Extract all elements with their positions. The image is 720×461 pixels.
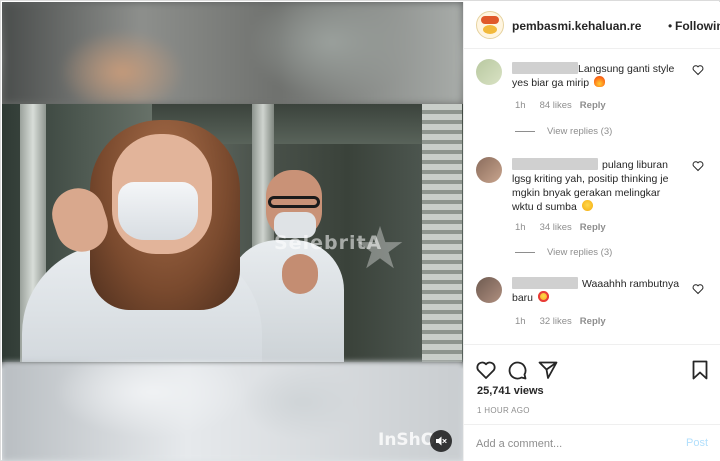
video-blur-top xyxy=(2,2,463,104)
comment-meta: 1h 32 likes Reply xyxy=(515,316,606,327)
comment-likes[interactable]: 84 likes xyxy=(540,100,572,111)
comment-text: Langsung ganti style yes biar ga mirip xyxy=(512,62,684,90)
comment-like-heart-icon[interactable] xyxy=(692,64,704,76)
woman-mask xyxy=(118,182,198,240)
app-watermark: InShO xyxy=(378,430,436,450)
post-actions: 25,741 views 1 HOUR AGO Post xyxy=(464,344,720,461)
avatar-logo-shape xyxy=(483,25,497,34)
commenter-avatar[interactable] xyxy=(476,277,502,303)
replies-divider-line xyxy=(515,131,535,132)
post-comment-button[interactable]: Post xyxy=(686,437,708,449)
comment-likes[interactable]: 32 likes xyxy=(540,316,572,327)
comment-like-heart-icon[interactable] xyxy=(692,160,704,172)
video-frame[interactable]: ★ SelebritA xyxy=(2,104,463,362)
view-count[interactable]: 25,741 views xyxy=(477,385,544,397)
like-heart-icon[interactable] xyxy=(475,359,497,381)
header-separator: • xyxy=(668,19,673,33)
view-replies-label: View replies (3) xyxy=(547,247,613,258)
add-comment-row: Post xyxy=(464,424,720,461)
video-watermark: SelebritA xyxy=(274,232,383,254)
following-button[interactable]: Following xyxy=(675,19,720,33)
post-header: pembasmi.kehaluan.re • Following xyxy=(464,2,720,49)
comment-bubble-icon[interactable] xyxy=(506,359,528,381)
speaker-muted-icon xyxy=(436,436,447,446)
comment-like-heart-icon[interactable] xyxy=(692,283,704,295)
comment-likes[interactable]: 34 likes xyxy=(540,222,572,233)
account-username[interactable]: pembasmi.kehaluan.re xyxy=(512,19,641,33)
comment-text: pulang liburan lgsg kriting yah, positip… xyxy=(512,158,684,214)
comment-meta: 1h 84 likes Reply xyxy=(515,100,606,111)
mute-button[interactable] xyxy=(430,430,452,452)
comment-text: Waaahhh rambutnya baru xyxy=(512,277,684,305)
comment-time: 1h xyxy=(515,222,526,233)
commenter-avatar[interactable] xyxy=(476,157,502,183)
blowing-kiss-emoji-icon xyxy=(581,200,593,211)
post-timestamp: 1 HOUR AGO xyxy=(477,406,530,415)
view-replies-label: View replies (3) xyxy=(547,126,613,137)
comment-time: 1h xyxy=(515,100,526,111)
reply-button[interactable]: Reply xyxy=(580,316,606,327)
building-wall xyxy=(422,104,462,362)
man-glasses xyxy=(268,196,320,208)
account-avatar[interactable] xyxy=(476,11,504,39)
instagram-post-window: ★ SelebritA InShO pembasmi.kehaluan.re •… xyxy=(0,0,720,461)
comment-body: Waaahhh rambutnya baru xyxy=(512,278,680,304)
reply-button[interactable]: Reply xyxy=(580,100,606,111)
reply-button[interactable]: Reply xyxy=(580,222,606,233)
comments-list[interactable]: Langsung ganti style yes biar ga mirip 1… xyxy=(464,49,720,344)
comment-body: Langsung ganti style yes biar ga mirip xyxy=(512,63,675,89)
man-hand xyxy=(282,254,318,294)
comment-time: 1h xyxy=(515,316,526,327)
replies-divider-line xyxy=(515,252,535,253)
view-replies-button[interactable]: View replies (3) xyxy=(515,126,612,137)
comment-meta: 1h 34 likes Reply xyxy=(515,222,606,233)
fire-emoji-icon xyxy=(593,76,605,87)
save-bookmark-icon[interactable] xyxy=(689,359,711,381)
post-video[interactable]: ★ SelebritA InShO xyxy=(2,2,463,461)
post-sidebar: pembasmi.kehaluan.re • Following Langsun… xyxy=(463,2,720,461)
avatar-logo-shape xyxy=(481,16,499,24)
view-replies-button[interactable]: View replies (3) xyxy=(515,247,612,258)
commenter-avatar[interactable] xyxy=(476,59,502,85)
heart-eyes-emoji-icon xyxy=(537,291,549,302)
share-paper-plane-icon[interactable] xyxy=(537,359,559,381)
add-comment-input[interactable] xyxy=(476,435,676,453)
